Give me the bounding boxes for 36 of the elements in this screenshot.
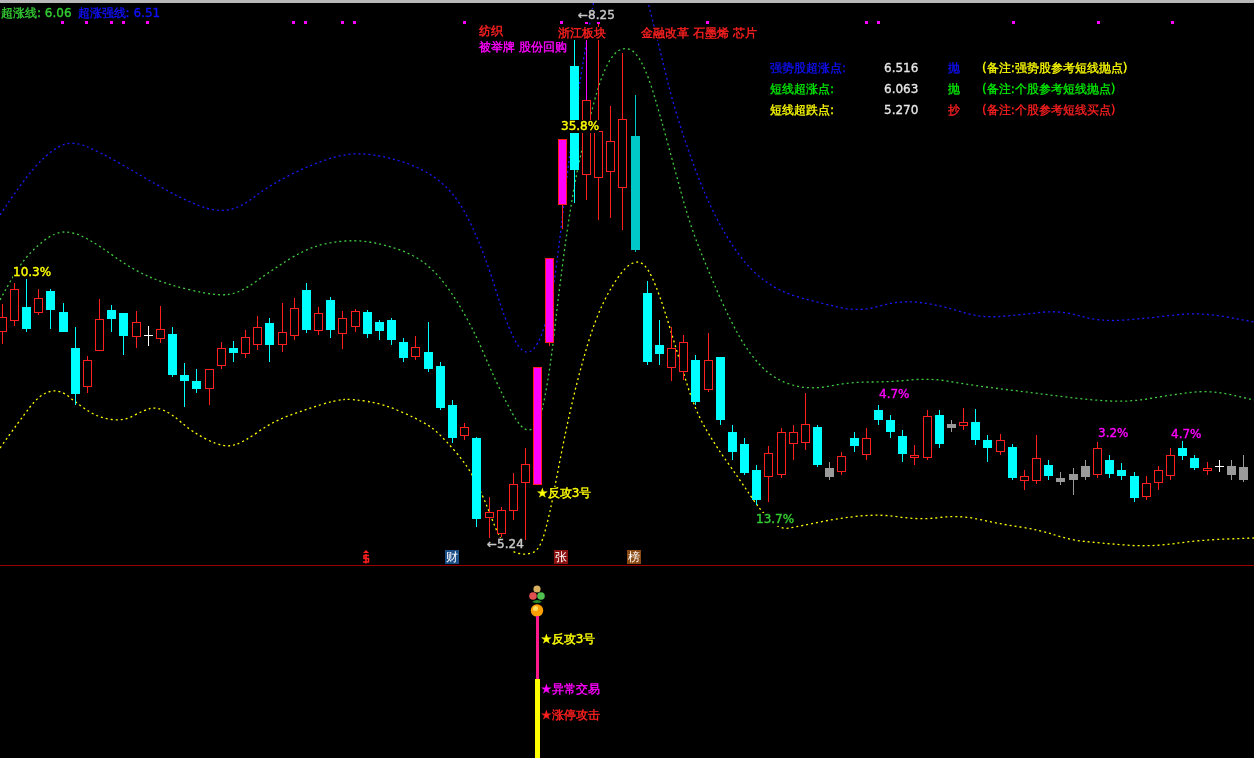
concept-tag-label: 被举牌 股份回购 (479, 41, 567, 54)
indicator-value-label: 超涨线: 6.06 (1, 6, 72, 20)
percent-change-label: 4.7% (1171, 428, 1202, 441)
note-text: (备注:个股参考短线买点) (982, 103, 1117, 117)
legend-value: 6.516 (884, 61, 920, 75)
dollar-icon[interactable] (362, 550, 370, 564)
high-price-label: ←8.25 (578, 9, 615, 22)
action-label: 抄 (948, 103, 961, 117)
event-badge[interactable]: 榜 (627, 550, 641, 564)
concept-tag-label: 金融改革 石墨烯 芯片 (641, 27, 757, 40)
percent-change-label: 3.2% (1098, 427, 1129, 440)
percent-change-label: 10.3% (13, 266, 52, 279)
legend-label: 短线超跌点: (770, 103, 836, 117)
legend-value: 6.063 (884, 82, 920, 96)
concept-tag-label: 纺织 (479, 25, 503, 38)
low-price-label: ←5.24 (487, 538, 524, 551)
signal-label: ★涨停攻击 (541, 709, 600, 722)
action-label: 抛 (948, 61, 961, 75)
event-badge[interactable]: 财 (445, 550, 459, 564)
indicator-value-label: 超涨强线: 6.51 (77, 6, 161, 20)
note-text: (备注:个股参考短线抛点) (982, 82, 1117, 96)
action-label: 抛 (948, 82, 961, 96)
concept-tag-label: 浙江板块 (558, 27, 606, 40)
ball-cluster-icon (528, 585, 546, 617)
percent-change-label: 13.7% (756, 513, 795, 526)
signal-stem (536, 616, 539, 680)
note-text: (备注:强势股参考短线抛点) (982, 61, 1128, 75)
event-badge[interactable]: 张 (554, 550, 568, 564)
legend-value: 5.270 (884, 103, 920, 117)
percent-change-label: 4.7% (879, 388, 910, 401)
signal-label: ★反攻3号 (541, 633, 596, 646)
signal-label: ★反攻3号 (537, 487, 592, 500)
legend-label: 强势股超涨点: (770, 61, 848, 75)
signal-label: ★异常交易 (541, 683, 600, 696)
percent-change-label: 35.8% (561, 120, 600, 133)
legend-label: 短线超涨点: (770, 82, 836, 96)
